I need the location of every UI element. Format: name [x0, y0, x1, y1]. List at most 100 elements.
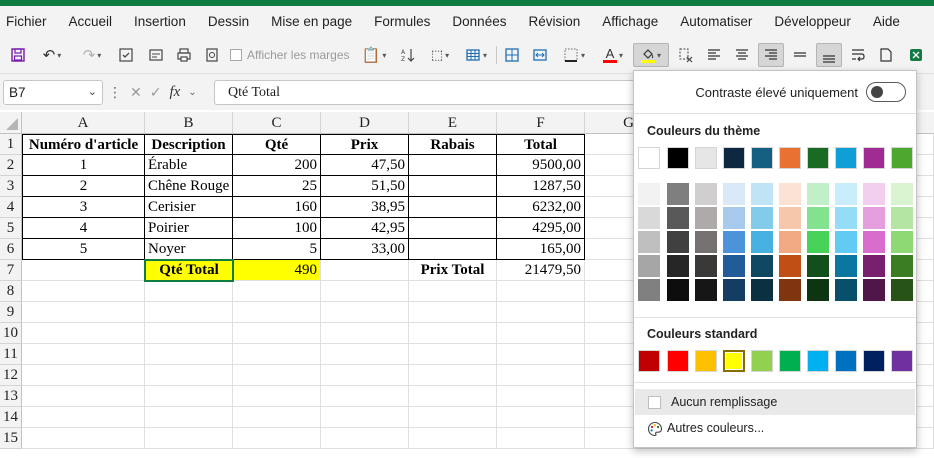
theme-shade-swatch[interactable]	[638, 279, 660, 301]
empty-cell[interactable]	[321, 428, 409, 449]
theme-shade-swatch[interactable]	[807, 183, 829, 205]
cell-f6[interactable]: 165,00	[497, 239, 585, 260]
menu-mise-en-page[interactable]: Mise en page	[271, 14, 352, 29]
standard-color-swatch[interactable]	[751, 350, 773, 372]
align-center-icon[interactable]	[730, 43, 754, 67]
empty-cell[interactable]	[409, 428, 497, 449]
menu-automatiser[interactable]: Automatiser	[680, 14, 752, 29]
standard-color-swatch[interactable]	[891, 350, 913, 372]
theme-shade-swatch[interactable]	[638, 231, 660, 253]
empty-cell[interactable]	[145, 344, 233, 365]
theme-color-swatch[interactable]	[863, 147, 885, 169]
print-icon[interactable]	[172, 43, 196, 67]
empty-cell[interactable]	[145, 386, 233, 407]
theme-shade-swatch[interactable]	[723, 183, 745, 205]
row-header-5[interactable]: 5	[0, 218, 22, 239]
menu-donnees[interactable]: Données	[452, 14, 506, 29]
standard-color-swatch[interactable]	[638, 350, 660, 372]
row-header-15[interactable]: 15	[0, 428, 22, 449]
empty-cell[interactable]	[321, 344, 409, 365]
theme-shade-swatch[interactable]	[891, 255, 913, 277]
row-header-14[interactable]: 14	[0, 407, 22, 428]
theme-shade-swatch[interactable]	[835, 255, 857, 277]
theme-shade-swatch[interactable]	[779, 207, 801, 229]
cancel-icon[interactable]: ✕	[130, 84, 142, 101]
empty-cell[interactable]	[22, 386, 145, 407]
empty-cell[interactable]	[497, 281, 585, 302]
row-header-4[interactable]: 4	[0, 197, 22, 218]
excel-icon[interactable]	[904, 43, 928, 67]
more-options-icon[interactable]: ⋮	[108, 84, 122, 101]
cell-a6[interactable]: 5	[22, 239, 145, 260]
theme-shade-swatch[interactable]	[891, 183, 913, 205]
theme-shade-swatch[interactable]	[695, 207, 717, 229]
theme-shade-swatch[interactable]	[667, 255, 689, 277]
cell-f4[interactable]: 6232,00	[497, 197, 585, 218]
row-header-11[interactable]: 11	[0, 344, 22, 365]
theme-color-swatch[interactable]	[638, 147, 660, 169]
empty-cell[interactable]	[409, 407, 497, 428]
empty-cell[interactable]	[145, 323, 233, 344]
empty-cell[interactable]	[233, 323, 321, 344]
row-header-12[interactable]: 12	[0, 365, 22, 386]
theme-shade-swatch[interactable]	[779, 183, 801, 205]
menu-dessin[interactable]: Dessin	[208, 14, 249, 29]
menu-affichage[interactable]: Affichage	[602, 14, 658, 29]
empty-cell[interactable]	[321, 365, 409, 386]
insert-shape-button[interactable]: ⬚ ▾	[424, 43, 456, 67]
undo-button[interactable]: ↶ ▾	[36, 43, 68, 67]
table-button[interactable]: ▾	[460, 43, 492, 67]
cell-b5[interactable]: Poirier	[145, 218, 233, 239]
menu-accueil[interactable]: Accueil	[69, 14, 113, 29]
cell-a7[interactable]	[22, 260, 145, 281]
empty-cell[interactable]	[409, 281, 497, 302]
theme-shade-swatch[interactable]	[723, 231, 745, 253]
cell-a4[interactable]: 3	[22, 197, 145, 218]
theme-shade-swatch[interactable]	[695, 231, 717, 253]
row-header-13[interactable]: 13	[0, 386, 22, 407]
select-all-corner[interactable]	[0, 112, 22, 134]
cell-d5[interactable]: 42,95	[321, 218, 409, 239]
column-header-b[interactable]: B	[145, 112, 233, 134]
empty-cell[interactable]	[22, 323, 145, 344]
paste-button[interactable]: 📋 ▾	[358, 43, 390, 67]
cell-b4[interactable]: Cerisier	[145, 197, 233, 218]
cell-c6[interactable]: 5	[233, 239, 321, 260]
empty-cell[interactable]	[321, 386, 409, 407]
cell-c1[interactable]: Qté	[233, 134, 321, 155]
theme-shade-swatch[interactable]	[667, 183, 689, 205]
theme-shade-swatch[interactable]	[807, 207, 829, 229]
cell-e3[interactable]	[409, 176, 497, 197]
theme-shade-swatch[interactable]	[695, 255, 717, 277]
formula-input[interactable]: Qté Total	[214, 80, 634, 105]
theme-shade-swatch[interactable]	[723, 207, 745, 229]
standard-color-swatch[interactable]	[695, 350, 717, 372]
theme-shade-swatch[interactable]	[891, 207, 913, 229]
column-header-c[interactable]: C	[233, 112, 321, 134]
form-icon[interactable]	[144, 43, 168, 67]
more-colors-option[interactable]: Autres couleurs...	[635, 417, 915, 443]
save-icon[interactable]	[6, 43, 30, 67]
theme-shade-swatch[interactable]	[751, 279, 773, 301]
font-color-button[interactable]: A ▾	[596, 43, 630, 67]
empty-cell[interactable]	[22, 281, 145, 302]
theme-shade-swatch[interactable]	[695, 183, 717, 205]
align-right-icon[interactable]	[758, 43, 784, 67]
theme-color-swatch[interactable]	[723, 147, 745, 169]
theme-shade-swatch[interactable]	[723, 279, 745, 301]
theme-shade-swatch[interactable]	[863, 279, 885, 301]
theme-color-swatch[interactable]	[835, 147, 857, 169]
cell-d7[interactable]	[321, 260, 409, 281]
column-header-d[interactable]: D	[321, 112, 409, 134]
empty-cell[interactable]	[233, 386, 321, 407]
empty-cell[interactable]	[497, 323, 585, 344]
theme-shade-swatch[interactable]	[891, 231, 913, 253]
cell-e4[interactable]	[409, 197, 497, 218]
empty-cell[interactable]	[497, 365, 585, 386]
menu-revision[interactable]: Révision	[528, 14, 580, 29]
row-header-6[interactable]: 6	[0, 239, 22, 260]
empty-cell[interactable]	[22, 302, 145, 323]
print-preview-icon[interactable]	[200, 43, 224, 67]
menu-formules[interactable]: Formules	[374, 14, 430, 29]
cell-b2[interactable]: Érable	[145, 155, 233, 176]
